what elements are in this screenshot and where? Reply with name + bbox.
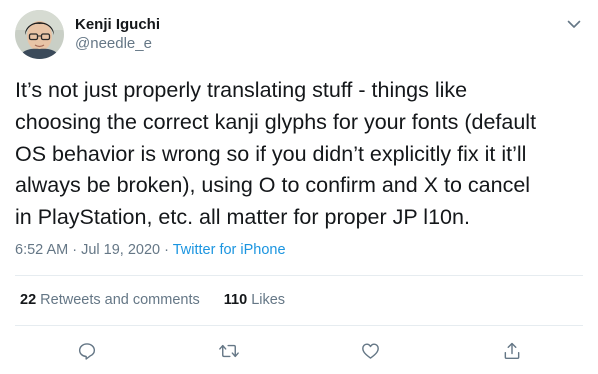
retweets-count: 22	[20, 292, 37, 308]
reply-button[interactable]	[72, 336, 102, 366]
tweet-text: It’s not just properly translating stuff…	[15, 78, 537, 230]
likes-count: 110	[223, 292, 248, 308]
retweets-label: Retweets and comments	[40, 292, 200, 308]
like-button[interactable]	[355, 336, 385, 366]
tweet-meta: 6:52 AM · Jul 19, 2020 · Twitter for iPh…	[15, 241, 286, 260]
tweet-stats: 22 Retweets and comments 110 Likes	[20, 291, 285, 310]
share-icon	[504, 342, 520, 360]
chevron-down-icon[interactable]	[566, 17, 582, 29]
meta-separator: ·	[68, 242, 82, 258]
display-name[interactable]: Kenji Iguchi	[75, 16, 160, 34]
heart-icon	[361, 343, 379, 359]
likes-label: Likes	[251, 292, 286, 308]
likes-stat[interactable]: 110 Likes	[224, 292, 285, 308]
tweet-source-link[interactable]: Twitter for iPhone	[173, 242, 286, 258]
user-handle[interactable]: @needle_e	[75, 34, 160, 53]
avatar-photo	[15, 10, 64, 59]
action-bar	[0, 336, 598, 366]
share-button[interactable]	[497, 336, 527, 366]
author-info: Kenji Iguchi @needle_e	[75, 16, 160, 53]
tweet-time[interactable]: 6:52 AM	[15, 242, 68, 258]
divider	[15, 275, 583, 276]
divider	[15, 325, 583, 326]
comment-icon	[78, 343, 96, 360]
tweet-card: Kenji Iguchi @needle_e It’s not just pro…	[0, 0, 598, 374]
retweets-stat[interactable]: 22 Retweets and comments	[20, 292, 200, 308]
avatar[interactable]	[15, 10, 64, 59]
retweet-button[interactable]	[214, 336, 244, 366]
retweet-icon	[219, 344, 239, 358]
tweet-date[interactable]: Jul 19, 2020	[81, 242, 160, 258]
meta-separator-2: ·	[160, 242, 173, 258]
